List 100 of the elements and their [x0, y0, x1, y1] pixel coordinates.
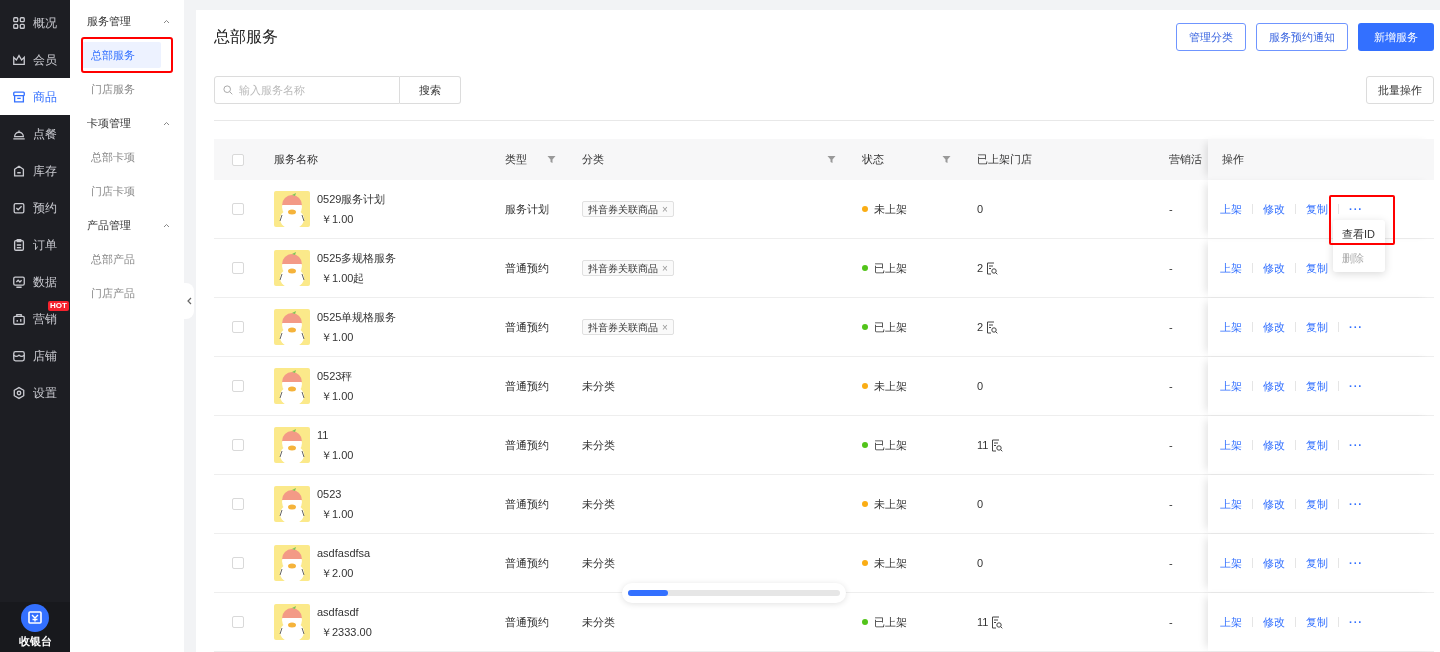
- header-button[interactable]: 管理分类: [1176, 23, 1246, 52]
- action-link[interactable]: 复制: [1306, 613, 1328, 631]
- filter-icon[interactable]: [942, 155, 951, 164]
- checkbox[interactable]: [232, 203, 244, 215]
- menu-item[interactable]: 门店卡项: [81, 178, 161, 204]
- category-tag[interactable]: 抖音券关联商品 ×: [582, 260, 674, 276]
- nav-item[interactable]: 订单: [0, 226, 70, 263]
- action-link[interactable]: 修改: [1263, 318, 1285, 336]
- store-count: 0: [977, 496, 984, 512]
- briefcase-icon: [12, 311, 26, 326]
- more-button[interactable]: ···: [1349, 322, 1363, 332]
- filter-icon[interactable]: [547, 155, 556, 164]
- checkbox[interactable]: [232, 439, 244, 451]
- cashier-icon: [21, 603, 49, 632]
- nav-item[interactable]: 概况: [0, 4, 70, 41]
- column-header: 分类: [582, 152, 604, 168]
- menu-item[interactable]: 总部服务: [81, 42, 161, 68]
- category-tag[interactable]: 抖音券关联商品 ×: [582, 201, 674, 217]
- checkbox[interactable]: [232, 262, 244, 274]
- more-button[interactable]: ···: [1349, 204, 1363, 214]
- action-link[interactable]: 修改: [1263, 436, 1285, 454]
- action-link[interactable]: 上架: [1220, 495, 1242, 513]
- status-text: 未上架: [874, 496, 907, 512]
- remove-tag-icon[interactable]: ×: [662, 319, 668, 335]
- action-link[interactable]: 复制: [1306, 436, 1328, 454]
- nav-item[interactable]: 库存: [0, 152, 70, 189]
- marketing-value: -: [1169, 555, 1173, 571]
- header-button[interactable]: 服务预约通知: [1256, 23, 1348, 52]
- nav-item[interactable]: 数据: [0, 263, 70, 300]
- nav-item[interactable]: 店铺: [0, 337, 70, 374]
- action-link[interactable]: 复制: [1306, 495, 1328, 513]
- nav-item[interactable]: 点餐: [0, 115, 70, 152]
- action-link[interactable]: 上架: [1220, 554, 1242, 572]
- horizontal-scrollbar[interactable]: [622, 583, 846, 603]
- checkbox[interactable]: [232, 153, 244, 166]
- more-button[interactable]: ···: [1349, 499, 1363, 509]
- menu-item[interactable]: 门店服务: [81, 76, 161, 102]
- menu-item[interactable]: 门店产品: [81, 280, 161, 306]
- filter-icon[interactable]: [827, 155, 836, 164]
- menu-group-header[interactable]: 服务管理: [81, 4, 174, 38]
- menu-item[interactable]: 总部卡项: [81, 144, 161, 170]
- settings-icon: [12, 385, 26, 400]
- price: ￥1.00起: [320, 270, 366, 286]
- action-link[interactable]: 复制: [1306, 318, 1328, 336]
- action-link[interactable]: 修改: [1263, 259, 1285, 277]
- action-link[interactable]: 修改: [1263, 200, 1285, 218]
- action-link[interactable]: 修改: [1263, 495, 1285, 513]
- category: 未分类: [582, 614, 615, 630]
- nav-item[interactable]: 会员: [0, 41, 70, 78]
- service-name: 0525多规格服务: [317, 251, 397, 266]
- nav-item[interactable]: 商品: [0, 78, 70, 115]
- service-type: 普通预约: [505, 378, 549, 394]
- document-search-icon[interactable]: [986, 261, 999, 275]
- action-link[interactable]: 上架: [1220, 613, 1242, 631]
- category-tag[interactable]: 抖音券关联商品 ×: [582, 319, 674, 335]
- checkbox[interactable]: [232, 321, 244, 333]
- document-search-icon[interactable]: [986, 320, 999, 334]
- more-button[interactable]: ···: [1349, 617, 1363, 627]
- action-link[interactable]: 修改: [1263, 613, 1285, 631]
- column-header: 服务名称: [274, 152, 318, 168]
- marketing-value: -: [1169, 437, 1173, 453]
- shop-icon: [12, 348, 26, 363]
- action-link[interactable]: 复制: [1306, 259, 1328, 277]
- checkbox[interactable]: [232, 557, 244, 569]
- action-link[interactable]: 上架: [1220, 200, 1242, 218]
- service-type: 普通预约: [505, 496, 549, 512]
- action-link[interactable]: 上架: [1220, 377, 1242, 395]
- header-button[interactable]: 新增服务: [1358, 23, 1434, 52]
- action-link[interactable]: 上架: [1220, 259, 1242, 277]
- checkbox[interactable]: [232, 380, 244, 392]
- collapse-handle[interactable]: [184, 283, 194, 319]
- batch-button[interactable]: 批量操作: [1366, 76, 1434, 105]
- action-link[interactable]: 修改: [1263, 554, 1285, 572]
- action-link[interactable]: 复制: [1306, 377, 1328, 395]
- document-search-icon[interactable]: [991, 438, 1004, 452]
- menu-item[interactable]: 查看ID: [1333, 222, 1385, 246]
- price: ￥1.00: [320, 388, 354, 404]
- action-link[interactable]: 上架: [1220, 318, 1242, 336]
- action-link[interactable]: 复制: [1306, 200, 1328, 218]
- checkbox[interactable]: [232, 616, 244, 628]
- service-name: asdfasdfsa: [317, 546, 371, 561]
- checkbox[interactable]: [232, 498, 244, 510]
- search-field[interactable]: 输入服务名称: [214, 76, 400, 105]
- search-button[interactable]: 搜索: [400, 76, 461, 105]
- more-button[interactable]: ···: [1349, 440, 1363, 450]
- document-search-icon[interactable]: [991, 615, 1004, 629]
- action-link[interactable]: 复制: [1306, 554, 1328, 572]
- remove-tag-icon[interactable]: ×: [662, 260, 668, 276]
- nav-item[interactable]: 预约: [0, 189, 70, 226]
- column-header: 营销活: [1169, 152, 1202, 168]
- more-button[interactable]: ···: [1349, 558, 1363, 568]
- more-button[interactable]: ···: [1349, 381, 1363, 391]
- action-link[interactable]: 上架: [1220, 436, 1242, 454]
- remove-tag-icon[interactable]: ×: [662, 201, 668, 217]
- service-name: 0523秤: [317, 369, 354, 384]
- menu-group-header[interactable]: 卡项管理: [81, 106, 174, 140]
- menu-group-header[interactable]: 产品管理: [81, 208, 174, 242]
- nav-item[interactable]: 设置: [0, 374, 70, 411]
- action-link[interactable]: 修改: [1263, 377, 1285, 395]
- menu-item[interactable]: 总部产品: [81, 246, 161, 272]
